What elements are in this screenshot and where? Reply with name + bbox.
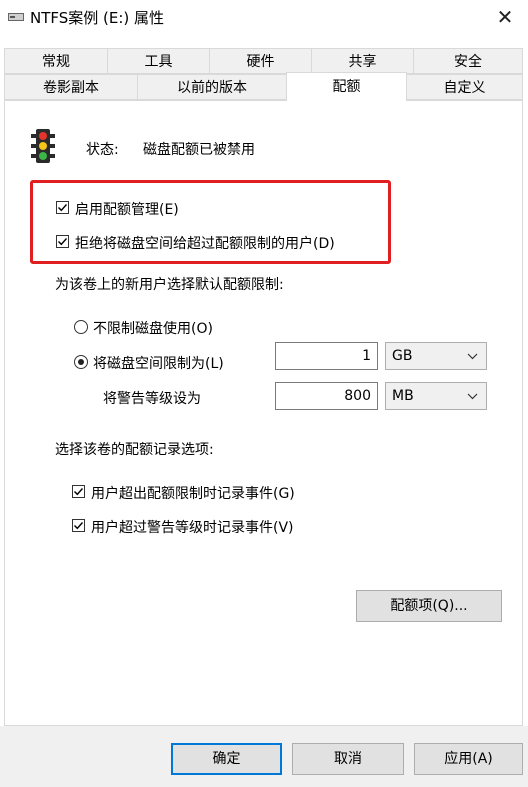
close-icon: ✕	[496, 5, 514, 29]
traffic-light-icon	[30, 128, 56, 164]
quota-entries-button[interactable]: 配额项(Q)...	[356, 590, 502, 622]
limit-disk-radio[interactable]	[74, 355, 88, 369]
log-limit-label[interactable]: 用户超出配额限制时记录事件(G)	[91, 483, 295, 503]
limit-unit-value: GB	[392, 348, 413, 364]
no-limit-radio[interactable]	[74, 320, 88, 334]
tab-shadow-copies[interactable]: 卷影副本	[4, 74, 138, 100]
cancel-button[interactable]: 取消	[292, 743, 404, 775]
logging-heading: 选择该卷的配额记录选项:	[55, 442, 214, 458]
checkmark-icon	[58, 238, 68, 246]
drive-icon	[8, 10, 24, 22]
close-button[interactable]: ✕	[482, 0, 528, 34]
limit-unit-select[interactable]: GB	[385, 342, 487, 370]
log-warning-label[interactable]: 用户超过警告等级时记录事件(V)	[91, 517, 294, 537]
tab-general[interactable]: 常规	[4, 48, 108, 74]
tab-tools[interactable]: 工具	[107, 48, 210, 74]
warning-level-label: 将警告等级设为	[103, 391, 201, 407]
radio-selected-dot	[78, 359, 84, 365]
tab-hardware[interactable]: 硬件	[209, 48, 312, 74]
chevron-down-icon	[467, 343, 478, 378]
tab-previous-versions[interactable]: 以前的版本	[137, 74, 287, 100]
limit-disk-label[interactable]: 将磁盘空间限制为(L)	[93, 353, 224, 373]
warning-value-input[interactable]: 800	[275, 382, 378, 410]
no-limit-label[interactable]: 不限制磁盘使用(O)	[93, 318, 213, 338]
tab-sharing[interactable]: 共享	[311, 48, 414, 74]
enable-quota-checkbox[interactable]	[56, 201, 69, 214]
tab-customize[interactable]: 自定义	[406, 74, 523, 100]
apply-button[interactable]: 应用(A)	[414, 743, 523, 775]
warning-unit-select[interactable]: MB	[385, 382, 487, 410]
ok-button[interactable]: 确定	[171, 743, 282, 775]
deny-space-checkbox[interactable]	[56, 235, 69, 248]
tab-quota[interactable]: 配额	[286, 72, 407, 101]
deny-space-label[interactable]: 拒绝将磁盘空间给超过配额限制的用户(D)	[75, 233, 335, 253]
checkmark-icon	[58, 204, 68, 212]
checkmark-icon	[74, 488, 84, 496]
window-title: NTFS案例 (E:) 属性	[30, 9, 165, 27]
status-label: 状态:	[86, 142, 119, 158]
default-limit-heading: 为该卷上的新用户选择默认配额限制:	[55, 277, 284, 293]
chevron-down-icon	[467, 383, 478, 418]
checkmark-icon	[74, 522, 84, 530]
tab-security[interactable]: 安全	[413, 48, 523, 74]
title-bar: NTFS案例 (E:) 属性 ✕	[0, 0, 528, 34]
limit-value-input[interactable]: 1	[275, 342, 378, 370]
status-value: 磁盘配额已被禁用	[143, 142, 255, 158]
log-warning-checkbox[interactable]	[72, 519, 85, 532]
log-limit-checkbox[interactable]	[72, 485, 85, 498]
enable-quota-label[interactable]: 启用配额管理(E)	[75, 199, 179, 219]
warning-unit-value: MB	[392, 388, 414, 404]
